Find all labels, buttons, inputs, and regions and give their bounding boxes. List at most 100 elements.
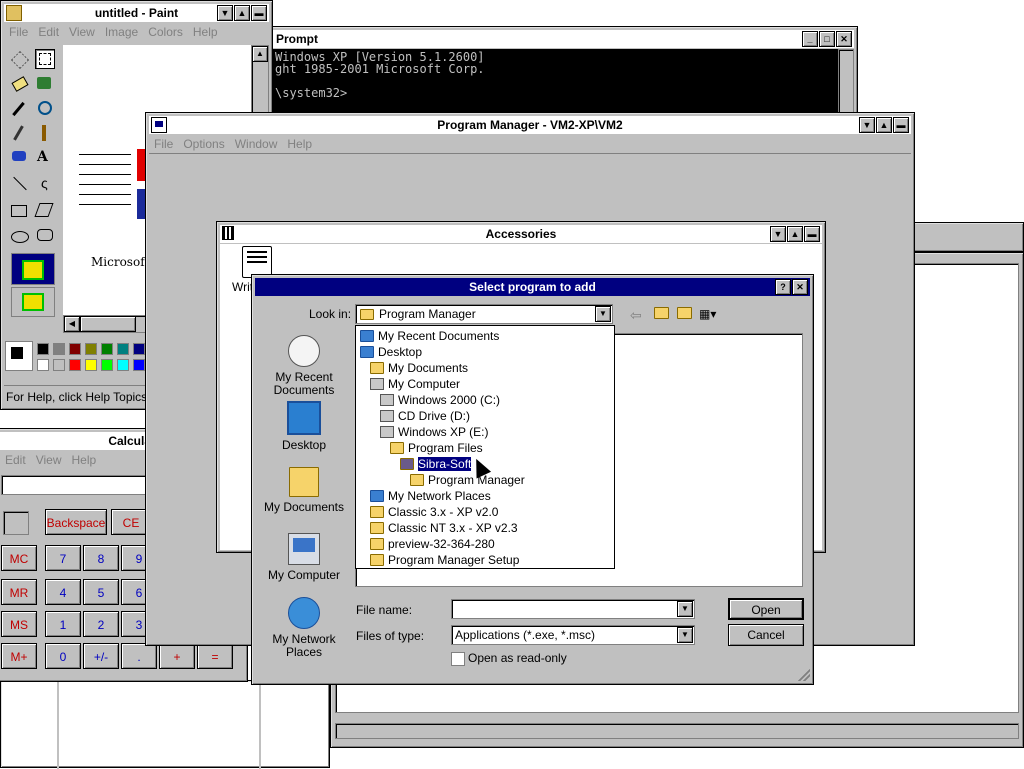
backspace-button[interactable]: Backspace xyxy=(45,509,107,535)
menu-help[interactable]: Help xyxy=(282,135,317,153)
magnifier-tool-icon[interactable] xyxy=(38,101,52,115)
maximize-button[interactable]: ▲ xyxy=(787,226,803,242)
swatch-navy[interactable] xyxy=(133,343,145,355)
decimal-button[interactable]: . xyxy=(121,643,157,669)
prompt-titlebar[interactable]: Prompt _ □ ✕ xyxy=(272,30,854,48)
minimize-button[interactable]: ▼ xyxy=(859,117,875,133)
swatch-olive[interactable] xyxy=(85,343,97,355)
free-select-tool-icon[interactable] xyxy=(11,51,29,69)
look-in-dropdown[interactable]: Program Manager ▼ xyxy=(355,304,613,324)
tree-item[interactable]: Program Manager xyxy=(410,472,525,488)
memory-store-button[interactable]: MS xyxy=(1,611,37,637)
palette-current-colors[interactable] xyxy=(5,341,33,371)
system-menu-button[interactable]: ▬ xyxy=(804,226,820,242)
digit-8-button[interactable]: 8 xyxy=(83,545,119,571)
tree-item[interactable]: Desktop xyxy=(360,344,422,360)
tree-item[interactable]: Sibra-Soft xyxy=(400,456,473,472)
rect-select-tool-icon[interactable] xyxy=(35,49,55,69)
rounded-rect-tool-icon[interactable] xyxy=(37,229,53,241)
menu-colors[interactable]: Colors xyxy=(143,23,188,41)
select-program-dialog[interactable]: Select program to add ? ✕ Look in: Progr… xyxy=(251,274,814,685)
tree-item[interactable]: Program Manager Setup xyxy=(370,552,519,568)
airbrush-tool-icon[interactable] xyxy=(12,151,26,161)
swatch-yellow[interactable] xyxy=(85,359,97,371)
prompt-window[interactable]: Prompt _ □ ✕ Windows XP [Version 5.1.260… xyxy=(268,26,858,122)
place-my-computer[interactable]: My Computer xyxy=(262,533,346,582)
brush-tool-icon[interactable] xyxy=(42,125,46,141)
up-folder-icon[interactable] xyxy=(654,307,669,319)
rectangle-tool-icon[interactable] xyxy=(11,205,27,217)
memory-clear-button[interactable]: MC xyxy=(1,545,37,571)
tree-item[interactable]: My Documents xyxy=(370,360,468,376)
digit-0-button[interactable]: 0 xyxy=(45,643,81,669)
polygon-tool-icon[interactable] xyxy=(34,203,54,217)
tree-item[interactable]: Windows 2000 (C:) xyxy=(380,392,500,408)
view-menu-icon[interactable]: ▦▾ xyxy=(699,307,716,321)
console-vscroll[interactable] xyxy=(838,49,854,119)
system-menu-button[interactable]: ▬ xyxy=(893,117,909,133)
tree-item[interactable]: Classic 3.x - XP v2.0 xyxy=(370,504,498,520)
menu-help[interactable]: Help xyxy=(188,23,223,41)
read-only-checkbox[interactable] xyxy=(451,652,465,666)
tree-item[interactable]: Windows XP (E:) xyxy=(380,424,488,440)
tree-item[interactable]: My Computer xyxy=(370,376,460,392)
swatch-teal[interactable] xyxy=(117,343,129,355)
fill-tool-icon[interactable] xyxy=(37,77,51,89)
help-button[interactable]: ? xyxy=(775,279,791,295)
menu-help[interactable]: Help xyxy=(66,451,101,469)
swatch-blue[interactable] xyxy=(133,359,145,371)
tool-option-opaque[interactable] xyxy=(11,253,55,285)
maximize-button[interactable]: ▲ xyxy=(234,5,250,21)
digit-5-button[interactable]: 5 xyxy=(83,579,119,605)
digit-7-button[interactable]: 7 xyxy=(45,545,81,571)
place-my-documents[interactable]: My Documents xyxy=(262,467,346,514)
look-in-tree-popup[interactable]: My Recent Documents Desktop My Documents My… xyxy=(355,325,615,569)
paint-titlebar[interactable]: untitled - Paint ▼ ▲ ▬ xyxy=(4,4,269,22)
wordpad-label[interactable]: Writ xyxy=(232,280,253,294)
tool-option-transparent[interactable] xyxy=(11,287,55,317)
console-area[interactable]: Windows XP [Version 5.1.2600] ght 1985-2… xyxy=(272,49,838,119)
dialog-titlebar[interactable]: Select program to add ? ✕ xyxy=(255,278,810,296)
hscroll-thumb[interactable] xyxy=(80,316,136,332)
new-folder-icon[interactable] xyxy=(677,307,692,319)
place-recent-documents[interactable]: My Recent Documents xyxy=(262,335,346,397)
swatch-gray[interactable] xyxy=(53,343,65,355)
file-name-input[interactable]: ▼ xyxy=(451,599,695,619)
tree-item[interactable]: My Network Places xyxy=(370,488,491,504)
swatch-red[interactable] xyxy=(69,359,81,371)
maximize-button[interactable]: □ xyxy=(819,31,835,47)
open-button[interactable]: Open xyxy=(728,598,804,620)
dropdown-arrow-icon[interactable]: ▼ xyxy=(595,306,611,322)
tree-item[interactable]: CD Drive (D:) xyxy=(380,408,470,424)
group-icon[interactable] xyxy=(222,226,234,240)
swatch-white[interactable] xyxy=(37,359,49,371)
scroll-left-button[interactable]: ◀ xyxy=(64,316,80,332)
menu-file[interactable]: File xyxy=(4,23,33,41)
place-network-places[interactable]: My Network Places xyxy=(262,597,346,659)
pencil-tool-icon[interactable] xyxy=(13,125,24,141)
background-window-hscroll[interactable] xyxy=(335,723,1019,739)
swatch-black[interactable] xyxy=(37,343,49,355)
close-button[interactable]: ✕ xyxy=(792,279,808,295)
system-menu-button[interactable]: ▬ xyxy=(251,5,267,21)
swatch-cyan[interactable] xyxy=(117,359,129,371)
tree-item[interactable]: Program Files xyxy=(390,440,483,456)
equals-button[interactable]: = xyxy=(197,643,233,669)
memory-add-button[interactable]: M+ xyxy=(1,643,37,669)
menu-file[interactable]: File xyxy=(149,135,178,153)
memory-recall-button[interactable]: MR xyxy=(1,579,37,605)
program-manager-icon[interactable] xyxy=(151,117,167,133)
swatch-green[interactable] xyxy=(101,343,113,355)
line-tool-icon[interactable] xyxy=(13,176,27,191)
digit-4-button[interactable]: 4 xyxy=(45,579,81,605)
digit-1-button[interactable]: 1 xyxy=(45,611,81,637)
menu-image[interactable]: Image xyxy=(100,23,143,41)
eraser-tool-icon[interactable] xyxy=(11,76,29,92)
digit-2-button[interactable]: 2 xyxy=(83,611,119,637)
close-button[interactable]: ✕ xyxy=(836,31,852,47)
accessories-titlebar[interactable]: Accessories ▼ ▲ ▬ xyxy=(220,225,822,243)
tree-item[interactable]: My Recent Documents xyxy=(360,328,499,344)
minimize-button[interactable]: ▼ xyxy=(770,226,786,242)
text-tool-icon[interactable]: A xyxy=(37,149,48,165)
menu-view[interactable]: View xyxy=(31,451,67,469)
